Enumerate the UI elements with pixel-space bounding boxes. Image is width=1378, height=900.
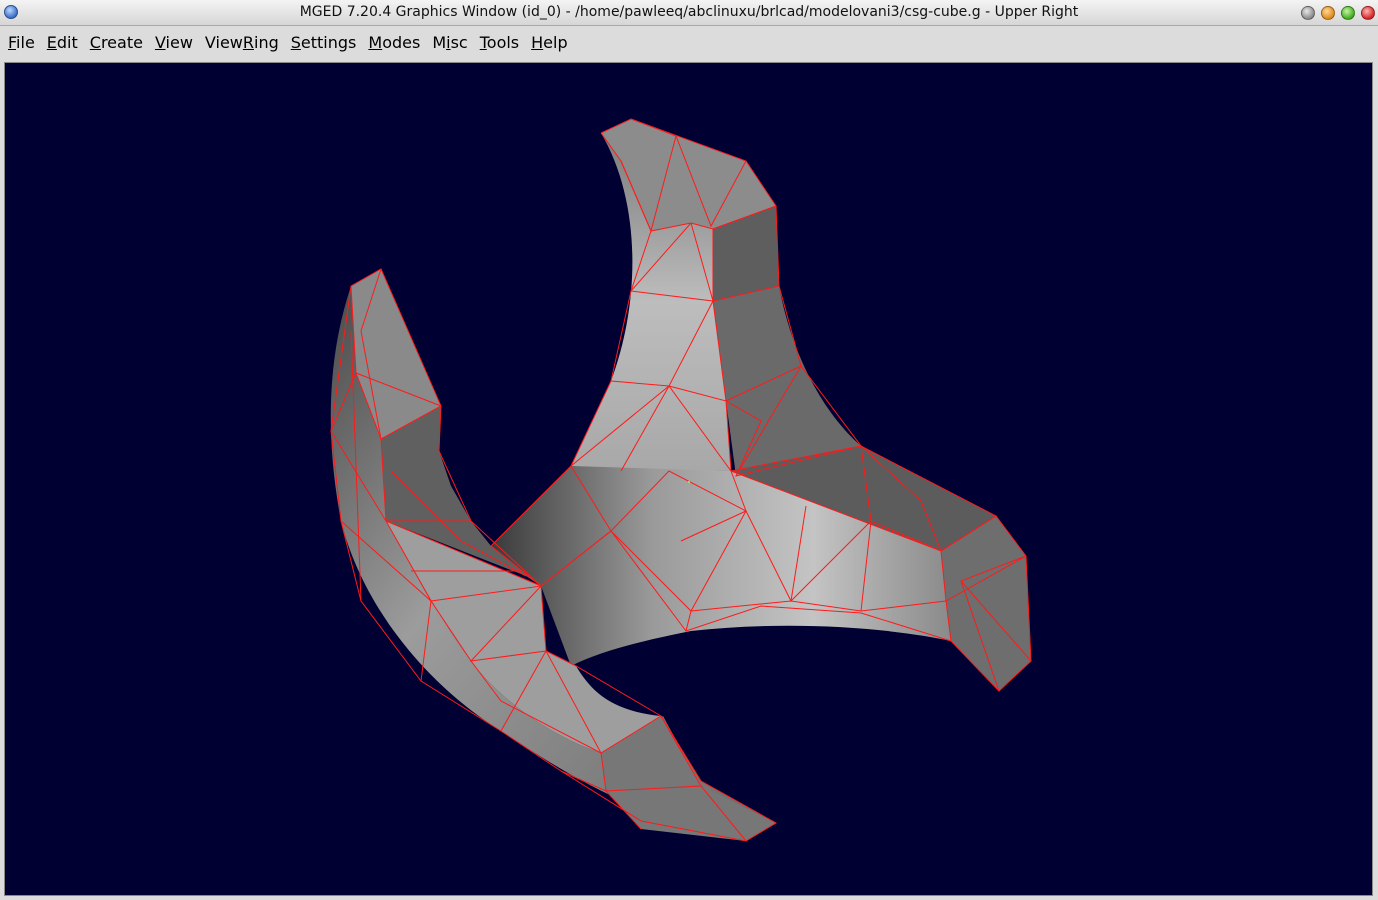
menu-view[interactable]: View	[149, 33, 199, 52]
menu-settings[interactable]: Settings	[285, 33, 363, 52]
view-center-marker	[688, 481, 690, 483]
window-title: MGED 7.20.4 Graphics Window (id_0) - /ho…	[299, 4, 1079, 20]
model-render	[330, 118, 1032, 842]
maximize-icon[interactable]	[1341, 6, 1355, 20]
menu-modes[interactable]: Modes	[362, 33, 426, 52]
menu-help[interactable]: Help	[525, 33, 573, 52]
menu-viewring[interactable]: ViewRing	[199, 33, 285, 52]
minimize-icon[interactable]	[1321, 6, 1335, 20]
title-bar[interactable]: MGED 7.20.4 Graphics Window (id_0) - /ho…	[0, 0, 1378, 26]
top-arm	[571, 119, 861, 476]
close-icon[interactable]	[1361, 6, 1375, 20]
graphics-viewport[interactable]	[4, 62, 1373, 896]
menu-create[interactable]: Create	[84, 33, 149, 52]
shade-icon[interactable]	[1301, 6, 1315, 20]
menu-tools[interactable]: Tools	[474, 33, 525, 52]
menu-misc[interactable]: Misc	[426, 33, 473, 52]
menu-edit[interactable]: Edit	[41, 33, 84, 52]
menu-bar: File Edit Create View ViewRing Settings …	[0, 26, 1378, 58]
menu-file[interactable]: File	[2, 33, 41, 52]
